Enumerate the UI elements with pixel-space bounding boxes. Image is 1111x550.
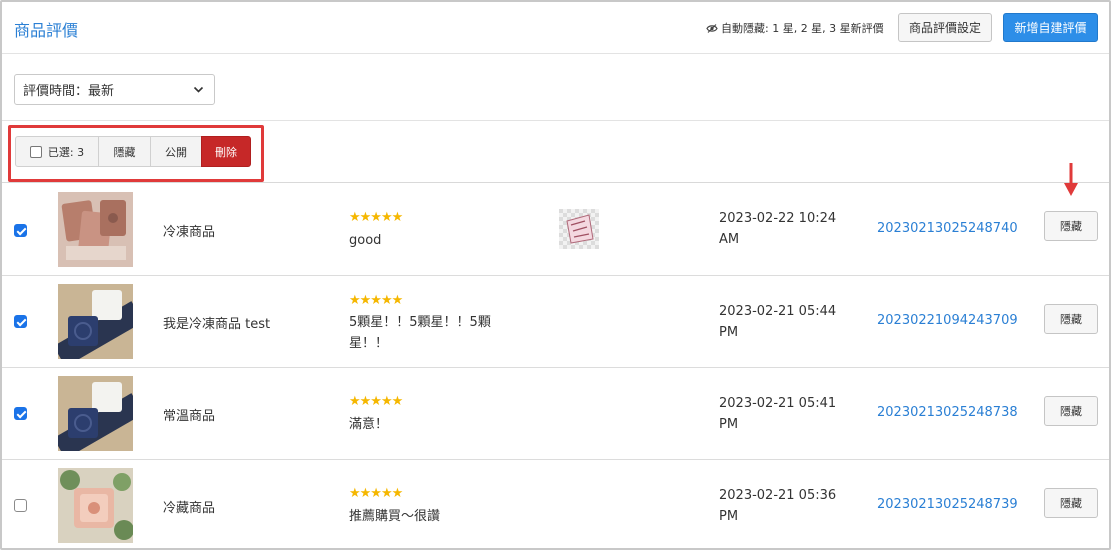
- product-thumbnail: [58, 284, 133, 359]
- review-photo[interactable]: [559, 209, 599, 249]
- bulk-public-button[interactable]: 公開: [150, 136, 202, 167]
- review-datetime: 2023-02-21 05:36 PM: [719, 488, 837, 524]
- row-checkbox[interactable]: [14, 499, 27, 512]
- sort-select[interactable]: 評價時間：最新: [14, 74, 215, 105]
- bulk-delete-button[interactable]: 刪除: [201, 136, 251, 167]
- rating-stars: ★★★★★: [349, 210, 403, 225]
- order-number-link[interactable]: 20230221094243709: [877, 313, 1018, 328]
- review-comment: good: [349, 233, 382, 248]
- table-row: 冷凍商品 ★★★★★ good 2023-02-22 10:24 AM 2023…: [2, 184, 1109, 276]
- row-checkbox[interactable]: [14, 315, 27, 328]
- hide-review-button[interactable]: 隱藏: [1044, 396, 1098, 426]
- sort-select-value: 評價時間：最新: [23, 84, 115, 99]
- review-comment: 滿意！: [349, 417, 389, 432]
- select-all-checkbox[interactable]: 已選: 3: [15, 136, 99, 167]
- hide-review-button[interactable]: 隱藏: [1044, 211, 1098, 241]
- table-row: 常溫商品 ★★★★★ 滿意！ 2023-02-21 05:41 PM 20230…: [2, 368, 1109, 460]
- page-header: 商品評價 自動隱藏: 1 星, 2 星, 3 星新評價 商品評價設定 新增自建評…: [2, 2, 1109, 54]
- new-custom-review-button[interactable]: 新增自建評價: [1003, 13, 1098, 42]
- review-settings-button[interactable]: 商品評價設定: [898, 13, 992, 42]
- table-row: 我是冷凍商品 test ★★★★★ 5顆星！！5顆星！！5顆星！！ 2023-0…: [2, 276, 1109, 368]
- product-thumbnail: [58, 192, 133, 267]
- product-name: 常溫商品: [163, 409, 216, 424]
- review-datetime: 2023-02-21 05:44 PM: [719, 304, 837, 340]
- order-number-link[interactable]: 20230213025248740: [877, 221, 1018, 236]
- row-checkbox[interactable]: [14, 407, 27, 420]
- bulk-hide-button[interactable]: 隱藏: [98, 136, 151, 167]
- row-checkbox[interactable]: [14, 224, 27, 237]
- order-number-link[interactable]: 20230213025248738: [877, 405, 1018, 420]
- eye-slash-icon: [706, 23, 718, 33]
- auto-hide-text: 自動隱藏: 1 星, 2 星, 3 星新評價: [721, 22, 884, 35]
- chevron-down-icon: [193, 86, 204, 93]
- table-row: 冷藏商品 ★★★★★ 推薦購買～很讚 2023-02-21 05:36 PM 2…: [2, 460, 1109, 548]
- rating-stars: ★★★★★: [349, 486, 403, 501]
- product-thumbnail: [58, 376, 133, 451]
- selected-count: 已選: 3: [47, 145, 85, 159]
- auto-hide-note: 自動隱藏: 1 星, 2 星, 3 星新評價: [706, 20, 884, 36]
- review-comment: 推薦購買～很讚: [349, 509, 441, 524]
- filter-bar: 評價時間：最新: [2, 55, 1109, 121]
- page-title: 商品評價: [14, 21, 79, 40]
- product-name: 冷藏商品: [163, 501, 216, 516]
- rating-stars: ★★★★★: [349, 394, 403, 409]
- rating-stars: ★★★★★: [349, 293, 403, 308]
- hide-review-button[interactable]: 隱藏: [1044, 488, 1098, 518]
- product-thumbnail: [58, 468, 133, 543]
- bulk-action-group: 已選: 3 隱藏 公開 刪除: [15, 136, 251, 167]
- order-number-link[interactable]: 20230213025248739: [877, 497, 1018, 512]
- checkbox-icon: [29, 145, 42, 158]
- review-datetime: 2023-02-21 05:41 PM: [719, 396, 837, 432]
- review-datetime: 2023-02-22 10:24 AM: [719, 211, 837, 247]
- arrow-down-icon: [1064, 163, 1078, 196]
- product-name: 我是冷凍商品 test: [163, 317, 271, 332]
- hide-review-button[interactable]: 隱藏: [1044, 304, 1098, 334]
- reviews-page: 商品評價 自動隱藏: 1 星, 2 星, 3 星新評價 商品評價設定 新增自建評…: [0, 0, 1111, 550]
- product-name: 冷凍商品: [163, 225, 216, 240]
- review-comment: 5顆星！！5顆星！！5顆星！！: [349, 315, 491, 351]
